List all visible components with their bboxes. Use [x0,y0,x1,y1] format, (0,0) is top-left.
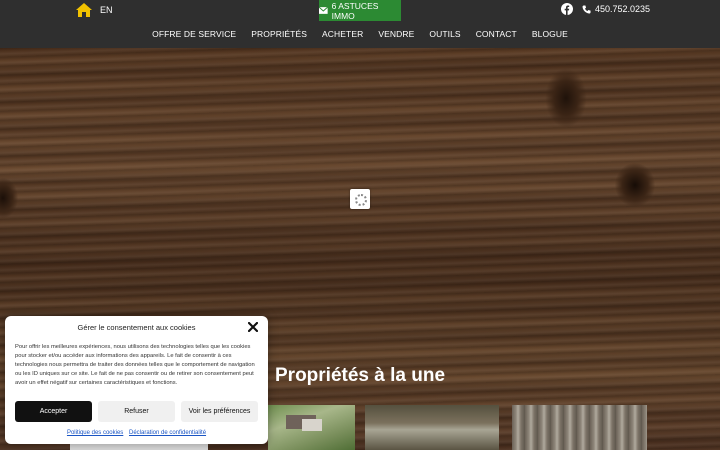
phone-number: 450.752.0235 [595,4,651,14]
mail-icon [319,7,328,14]
wood-knot [615,163,655,207]
property-card-image[interactable] [365,405,499,450]
astuces-label: 6 ASTUCES IMMO [331,0,379,21]
home-icon[interactable] [76,3,92,17]
nav-item-contact[interactable]: CONTACT [476,29,517,39]
nav-item-blogue[interactable]: BLOGUE [532,29,568,39]
refuse-button[interactable]: Refuser [98,401,175,422]
site-header: EN 6 ASTUCES IMMO 450.752.0235 OFFRE DE … [0,0,720,48]
astuces-button[interactable]: 6 ASTUCES IMMO [319,0,401,21]
wood-knot [0,178,18,218]
consent-description: Pour offrir les meilleures expériences, … [15,344,255,386]
main-nav: OFFRE DE SERVICE PROPRIÉTÉS ACHETER VEND… [0,29,720,39]
accept-button[interactable]: Accepter [15,401,92,422]
nav-item-outils[interactable]: OUTILS [429,29,460,39]
nav-item-proprietes[interactable]: PROPRIÉTÉS [251,29,307,39]
cookie-policy-link[interactable]: Politique des cookies [67,430,123,436]
nav-item-vendre[interactable]: VENDRE [378,29,414,39]
consent-title: Gérer le consentement aux cookies [77,323,196,332]
phone-icon [582,4,591,13]
facebook-icon[interactable] [561,3,573,15]
house-wall-shape [302,419,322,431]
property-card-image[interactable] [268,405,355,450]
cookie-consent-dialog: Gérer le consentement aux cookies Pour o… [5,316,268,444]
nav-item-acheter[interactable]: ACHETER [322,29,363,39]
language-switch-link[interactable]: EN [100,5,113,15]
preferences-button[interactable]: Voir les préférences [181,401,258,422]
close-icon[interactable] [248,322,258,332]
loading-spinner [350,189,370,209]
phone-link[interactable]: 450.752.0235 [582,4,650,14]
wood-knot [545,68,587,128]
privacy-statement-link[interactable]: Déclaration de confidentialité [129,430,206,436]
consent-links: Politique des cookies Déclaration de con… [5,430,268,436]
nav-item-offre-de-service[interactable]: OFFRE DE SERVICE [152,29,236,39]
property-card-image[interactable] [512,405,647,450]
featured-properties-title: Propriétés à la une [275,365,446,386]
